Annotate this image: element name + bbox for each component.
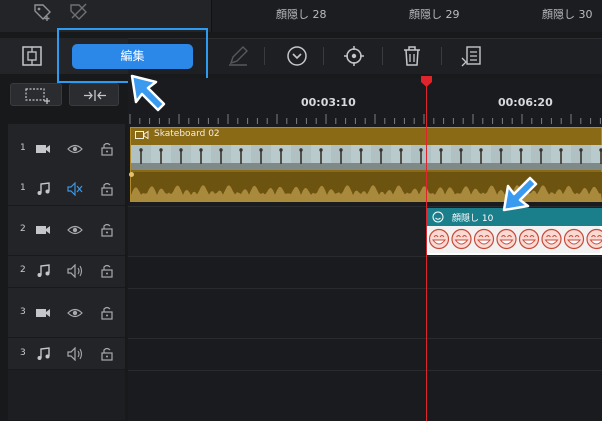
mute-speaker-icon[interactable]	[67, 182, 83, 196]
toolbar-divider	[382, 47, 383, 65]
trash-icon[interactable]	[400, 44, 424, 68]
video-thumbnail	[351, 145, 371, 170]
chevron-down-circle-icon[interactable]	[285, 44, 309, 68]
speaker-icon[interactable]	[67, 264, 83, 278]
toolbar-divider	[441, 47, 442, 65]
smiley-icon	[432, 211, 444, 223]
crop-icon[interactable]	[20, 44, 44, 68]
mask-thumbnails	[429, 228, 602, 250]
music-note-icon	[37, 264, 50, 277]
top-label-3: 顔隠し 30	[542, 8, 593, 21]
video-thumbnail	[211, 145, 231, 170]
camera-icon	[36, 226, 50, 234]
target-icon[interactable]	[342, 44, 366, 68]
video-thumbnail	[511, 145, 531, 170]
video-thumbnail	[191, 145, 211, 170]
track-number: 3	[20, 348, 26, 358]
camera-icon	[36, 309, 50, 317]
track-number: 2	[20, 265, 26, 275]
playhead-handle[interactable]	[420, 75, 433, 88]
list-icon[interactable]	[460, 44, 484, 68]
top-label-1: 顔隠し 28	[276, 8, 327, 21]
ruler-time-label: 00:06:20	[498, 96, 553, 109]
split-icon	[84, 90, 106, 101]
lock-icon[interactable]	[99, 347, 115, 361]
track-number: 1	[20, 143, 26, 153]
pointer-arrow-icon	[130, 74, 166, 112]
smiley-thumbnail	[586, 228, 602, 250]
video-thumbnail	[291, 145, 311, 170]
video-thumbnail	[431, 145, 451, 170]
speaker-icon[interactable]	[67, 347, 83, 361]
video-thumbnail	[491, 145, 511, 170]
tag-add-icon[interactable]	[32, 2, 54, 22]
video-thumbnails	[131, 145, 602, 170]
video-thumbnail	[391, 145, 411, 170]
video-clip-icon	[135, 130, 149, 140]
video-thumbnail	[591, 145, 602, 170]
video-thumbnail	[251, 145, 271, 170]
track-divider	[128, 338, 602, 339]
video-thumbnail	[531, 145, 551, 170]
camera-icon	[36, 145, 50, 153]
eye-icon[interactable]	[67, 306, 83, 320]
music-note-icon	[37, 182, 50, 195]
video-thumbnail	[231, 145, 251, 170]
smiley-thumbnail	[451, 228, 472, 250]
video-thumbnail	[571, 145, 591, 170]
pointer-arrow-icon	[502, 176, 538, 212]
toolbar-divider	[323, 47, 324, 65]
top-label-2: 顔隠し 29	[409, 8, 460, 21]
track-divider	[128, 370, 602, 371]
video-thumbnail	[331, 145, 351, 170]
toolbar-divider	[264, 47, 265, 65]
add-track-button[interactable]	[10, 83, 62, 106]
pen-icon[interactable]	[226, 44, 250, 68]
video-thumbnail	[371, 145, 391, 170]
smiley-thumbnail	[541, 228, 562, 250]
track-number: 1	[20, 183, 26, 193]
eye-icon[interactable]	[67, 223, 83, 237]
music-note-icon	[37, 347, 50, 360]
track-divider	[128, 256, 602, 257]
tag-remove-icon[interactable]	[68, 2, 90, 22]
lock-icon[interactable]	[99, 142, 115, 156]
track-number: 3	[20, 307, 26, 317]
video-thumbnail	[451, 145, 471, 170]
audio-keyframe-dot[interactable]	[129, 172, 134, 177]
eye-icon[interactable]	[67, 142, 83, 156]
playhead[interactable]	[426, 86, 427, 421]
video-thumbnail	[411, 145, 431, 170]
video-thumbnail	[471, 145, 491, 170]
video-clip-title: Skateboard 02	[154, 129, 220, 139]
lock-icon[interactable]	[99, 264, 115, 278]
track-header-empty	[8, 370, 125, 421]
lock-icon[interactable]	[99, 223, 115, 237]
smiley-thumbnail	[473, 228, 495, 250]
video-thumbnail	[171, 145, 191, 170]
smiley-thumbnail	[429, 228, 450, 250]
video-thumbnail	[151, 145, 171, 170]
video-thumbnail	[311, 145, 331, 170]
smiley-thumbnail	[518, 228, 540, 250]
mask-clip-title: 顔隠し 10	[452, 214, 494, 224]
lock-icon[interactable]	[99, 182, 115, 196]
smiley-thumbnail	[496, 228, 517, 250]
add-track-icon	[25, 88, 50, 104]
track-number: 2	[20, 224, 26, 234]
video-thumbnail	[271, 145, 291, 170]
video-thumbnail	[131, 145, 151, 170]
lock-icon[interactable]	[99, 306, 115, 320]
ruler-ticks	[129, 114, 601, 124]
edit-button[interactable]: 編集	[72, 44, 193, 69]
ruler-time-label: 00:03:10	[301, 96, 356, 109]
video-thumbnail	[551, 145, 571, 170]
track-divider	[128, 288, 602, 289]
split-button[interactable]	[69, 83, 119, 106]
smiley-thumbnail	[563, 228, 585, 250]
